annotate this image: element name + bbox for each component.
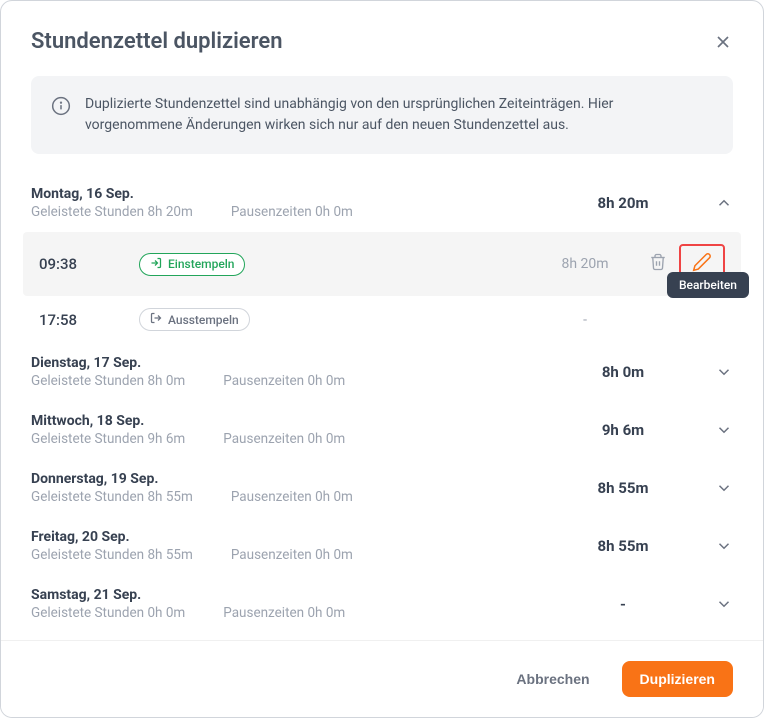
day-row[interactable]: Freitag, 20 Sep. Geleistete Stunden 8h 55… bbox=[31, 517, 733, 575]
chevron-down-icon[interactable] bbox=[693, 537, 733, 555]
modal-footer: Abbrechen Duplizieren bbox=[1, 640, 763, 717]
time-entry-row: 09:38Einstempeln8h 20mBearbeiten bbox=[23, 232, 741, 296]
day-total: 8h 55m bbox=[553, 479, 693, 497]
day-total: 8h 20m bbox=[553, 194, 693, 212]
cancel-button[interactable]: Abbrechen bbox=[498, 661, 607, 697]
day-row[interactable]: Donnerstag, 19 Sep. Geleistete Stunden 8h… bbox=[31, 459, 733, 517]
info-icon bbox=[51, 96, 71, 120]
break-hours: Pausenzeiten 0h 0m bbox=[223, 431, 345, 447]
days-list[interactable]: Montag, 16 Sep. Geleistete Stunden 8h 20m… bbox=[1, 174, 763, 640]
day-info: Samstag, 21 Sep. Geleistete Stunden 0h 0m… bbox=[31, 587, 553, 621]
day-title: Donnerstag, 19 Sep. bbox=[31, 471, 553, 487]
day-info: Dienstag, 17 Sep. Geleistete Stunden 8h 0… bbox=[31, 355, 553, 389]
day-info: Montag, 16 Sep. Geleistete Stunden 8h 20m… bbox=[31, 186, 553, 220]
break-hours: Pausenzeiten 0h 0m bbox=[231, 204, 353, 220]
day-info: Mittwoch, 18 Sep. Geleistete Stunden 9h 6… bbox=[31, 413, 553, 447]
badge-label: Einstempeln bbox=[168, 257, 234, 271]
day-meta: Geleistete Stunden 0h 0m Pausenzeiten 0h … bbox=[31, 605, 553, 621]
entry-badge-wrap: Einstempeln bbox=[139, 253, 525, 276]
day-meta: Geleistete Stunden 8h 20m Pausenzeiten 0h… bbox=[31, 204, 553, 220]
modal-header: Stundenzettel duplizieren bbox=[1, 1, 763, 76]
worked-hours: Geleistete Stunden 8h 55m bbox=[31, 547, 193, 563]
day-title: Freitag, 20 Sep. bbox=[31, 529, 553, 545]
day-row[interactable]: Mittwoch, 18 Sep. Geleistete Stunden 9h 6… bbox=[31, 401, 733, 459]
worked-hours: Geleistete Stunden 9h 6m bbox=[31, 431, 185, 447]
entry-badge-wrap: Ausstempeln bbox=[139, 308, 525, 331]
day-total: 8h 55m bbox=[553, 537, 693, 555]
day-total: 8h 0m bbox=[553, 363, 693, 381]
day-row[interactable]: Dienstag, 17 Sep. Geleistete Stunden 8h 0… bbox=[31, 343, 733, 401]
info-banner: Duplizierte Stundenzettel sind unabhängi… bbox=[31, 76, 733, 154]
edit-tooltip: Bearbeiten bbox=[667, 272, 749, 298]
chevron-up-icon[interactable] bbox=[693, 194, 733, 212]
modal-title: Stundenzettel duplizieren bbox=[31, 29, 283, 54]
day-title: Montag, 16 Sep. bbox=[31, 186, 553, 202]
worked-hours: Geleistete Stunden 8h 0m bbox=[31, 373, 185, 389]
day-info: Freitag, 20 Sep. Geleistete Stunden 8h 55… bbox=[31, 529, 553, 563]
time-entry-row: 17:58 Ausstempeln - bbox=[31, 296, 733, 343]
close-button[interactable] bbox=[713, 32, 733, 52]
clock-out-badge: Ausstempeln bbox=[139, 308, 250, 331]
day-meta: Geleistete Stunden 8h 55m Pausenzeiten 0h… bbox=[31, 547, 553, 563]
duplicate-timesheet-modal: Stundenzettel duplizieren Duplizierte St… bbox=[0, 0, 764, 718]
day-title: Mittwoch, 18 Sep. bbox=[31, 413, 553, 429]
info-text: Duplizierte Stundenzettel sind unabhängi… bbox=[85, 94, 713, 136]
day-meta: Geleistete Stunden 8h 0m Pausenzeiten 0h … bbox=[31, 373, 553, 389]
chevron-down-icon[interactable] bbox=[693, 421, 733, 439]
day-meta: Geleistete Stunden 9h 6m Pausenzeiten 0h … bbox=[31, 431, 553, 447]
worked-hours: Geleistete Stunden 8h 55m bbox=[31, 489, 193, 505]
trash-icon[interactable] bbox=[649, 253, 667, 275]
entry-duration: - bbox=[525, 312, 645, 328]
arrow-in-icon bbox=[150, 257, 162, 272]
day-title: Dienstag, 17 Sep. bbox=[31, 355, 553, 371]
break-hours: Pausenzeiten 0h 0m bbox=[223, 605, 345, 621]
day-total: - bbox=[553, 595, 693, 613]
worked-hours: Geleistete Stunden 0h 0m bbox=[31, 605, 185, 621]
badge-label: Ausstempeln bbox=[168, 313, 239, 327]
day-title: Samstag, 21 Sep. bbox=[31, 587, 553, 603]
entry-time: 09:38 bbox=[39, 255, 139, 273]
break-hours: Pausenzeiten 0h 0m bbox=[231, 547, 353, 563]
entry-time: 17:58 bbox=[39, 311, 139, 329]
day-info: Donnerstag, 19 Sep. Geleistete Stunden 8h… bbox=[31, 471, 553, 505]
chevron-down-icon[interactable] bbox=[693, 595, 733, 613]
break-hours: Pausenzeiten 0h 0m bbox=[223, 373, 345, 389]
day-row[interactable]: Samstag, 21 Sep. Geleistete Stunden 0h 0m… bbox=[31, 575, 733, 633]
day-row[interactable]: Montag, 16 Sep. Geleistete Stunden 8h 20m… bbox=[31, 174, 733, 232]
day-row[interactable]: Sonntag, 22 Sep. bbox=[31, 633, 733, 640]
arrow-out-icon bbox=[150, 312, 162, 327]
day-total: 9h 6m bbox=[553, 421, 693, 439]
worked-hours: Geleistete Stunden 8h 20m bbox=[31, 204, 193, 220]
day-meta: Geleistete Stunden 8h 55m Pausenzeiten 0h… bbox=[31, 489, 553, 505]
chevron-down-icon[interactable] bbox=[693, 363, 733, 381]
chevron-down-icon[interactable] bbox=[693, 479, 733, 497]
clock-in-badge: Einstempeln bbox=[139, 253, 245, 276]
duplicate-button[interactable]: Duplizieren bbox=[622, 661, 733, 697]
close-icon bbox=[713, 32, 733, 52]
entry-duration: 8h 20m bbox=[525, 256, 645, 272]
break-hours: Pausenzeiten 0h 0m bbox=[231, 489, 353, 505]
